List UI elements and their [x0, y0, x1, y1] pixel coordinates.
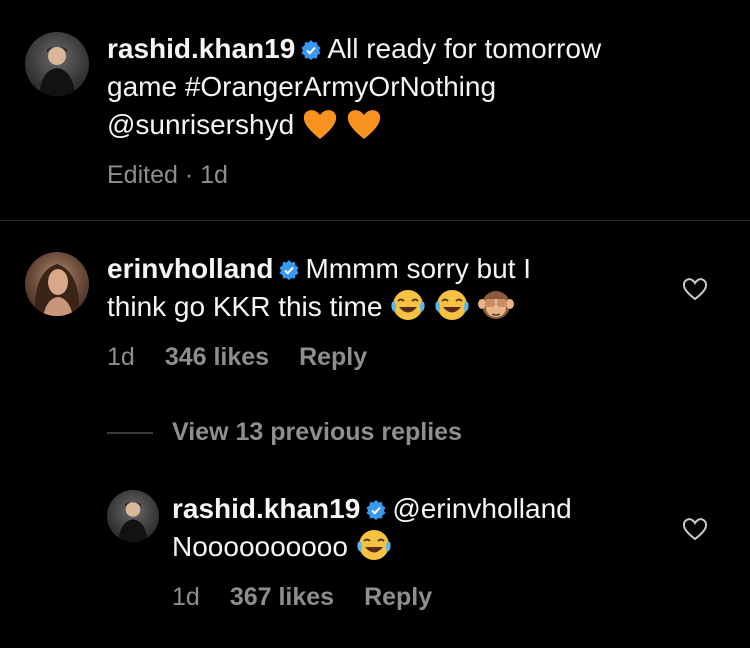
orange-heart-emoji-icon	[347, 110, 380, 139]
reply-time: 1d	[172, 583, 200, 611]
reply-mention[interactable]: @erinvholland	[392, 493, 571, 524]
person-photo-icon	[39, 46, 75, 96]
verified-badge-icon	[301, 40, 321, 60]
caption-username[interactable]: rashid.khan19	[107, 33, 295, 64]
reply-username[interactable]: rashid.khan19	[172, 493, 360, 524]
heart-outline-icon[interactable]	[682, 277, 708, 301]
orange-heart-emoji-icon	[303, 110, 337, 139]
see-no-evil-monkey-emoji-icon	[477, 291, 514, 319]
comment-text: erinvholland Mmmm sorry but I think go KK…	[107, 250, 667, 326]
reply-text: rashid.khan19 @erinvholland Noooooooooo	[172, 490, 652, 566]
person-photo-icon	[34, 264, 80, 316]
view-replies-line	[107, 432, 153, 434]
avatar-erin[interactable]	[25, 252, 89, 316]
verified-badge-icon	[366, 500, 386, 520]
caption-text-line1: All ready for tomorrow	[327, 33, 602, 64]
comment-meta: 1d 346 likes Reply	[107, 343, 397, 372]
tears-of-joy-emoji-icon	[391, 290, 425, 320]
reply-message: Noooooooooo	[172, 531, 348, 562]
comment-likes[interactable]: 346 likes	[165, 343, 269, 371]
caption-text: rashid.khan19 All ready for tomorrow game…	[107, 30, 707, 144]
comment-time: 1d	[107, 343, 135, 371]
verified-badge-icon	[279, 260, 299, 280]
caption-meta: Edited · 1d	[107, 161, 228, 189]
view-previous-replies-button[interactable]: View 13 previous replies	[172, 418, 462, 447]
heart-outline-icon[interactable]	[682, 517, 708, 541]
reply-meta: 1d 367 likes Reply	[172, 583, 462, 612]
comment-username[interactable]: erinvholland	[107, 253, 273, 284]
reply-reply-button[interactable]: Reply	[364, 583, 432, 611]
reply-likes[interactable]: 367 likes	[230, 583, 334, 611]
avatar-rashid-reply[interactable]	[107, 490, 159, 542]
comment-text-line1: Mmmm sorry but I	[305, 253, 532, 284]
tears-of-joy-emoji-icon	[435, 290, 469, 320]
person-photo-icon	[118, 501, 148, 542]
caption-mention[interactable]: @sunrisershyd	[107, 109, 294, 140]
avatar-rashid-caption[interactable]	[25, 32, 89, 96]
caption-text-line2[interactable]: game #OrangerArmyOrNothing	[107, 71, 496, 102]
comment-reply-button[interactable]: Reply	[299, 343, 367, 371]
divider	[0, 220, 750, 221]
comment-text-line2: think go KKR this time	[107, 291, 383, 322]
tears-of-joy-emoji-icon	[357, 530, 391, 560]
